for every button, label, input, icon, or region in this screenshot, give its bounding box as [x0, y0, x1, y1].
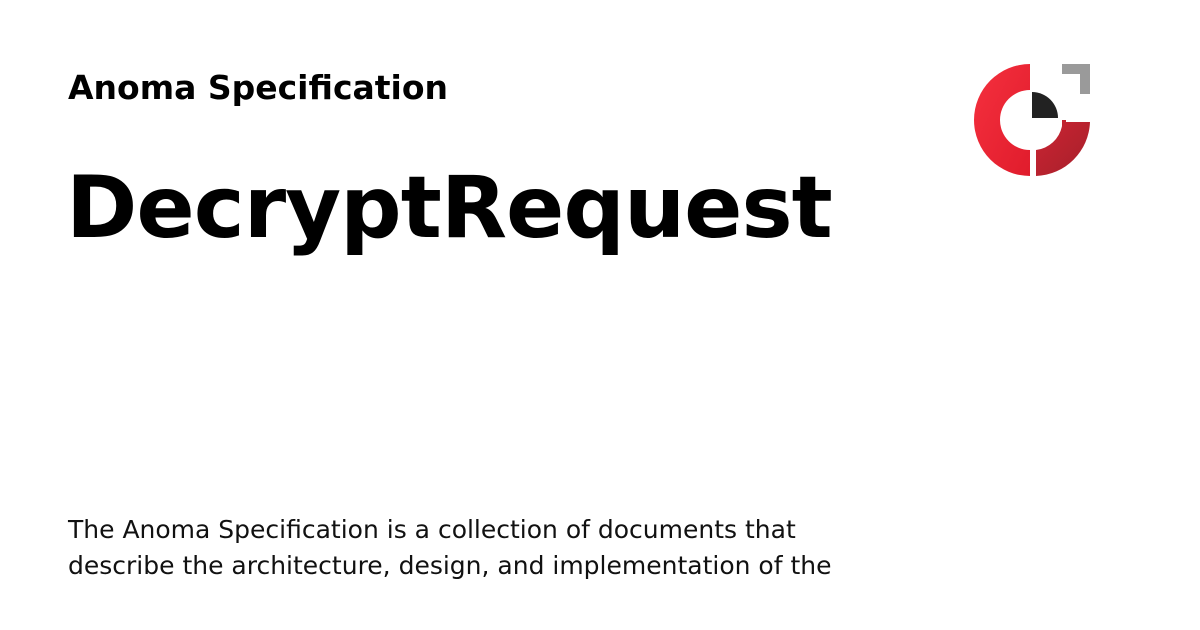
page-title: DecryptRequest: [66, 158, 833, 258]
anoma-logo-icon: [974, 64, 1090, 176]
logo-black-quarter: [1032, 92, 1058, 118]
logo-red-arc: [974, 64, 1030, 176]
site-name: Anoma Specification: [68, 68, 449, 107]
logo-dark-arc: [1036, 120, 1090, 176]
page-description: The Anoma Specification is a collection …: [68, 515, 832, 580]
logo-gray-corner: [1062, 64, 1090, 94]
social-card: Anoma Specification DecryptRequest The A…: [0, 0, 1200, 630]
